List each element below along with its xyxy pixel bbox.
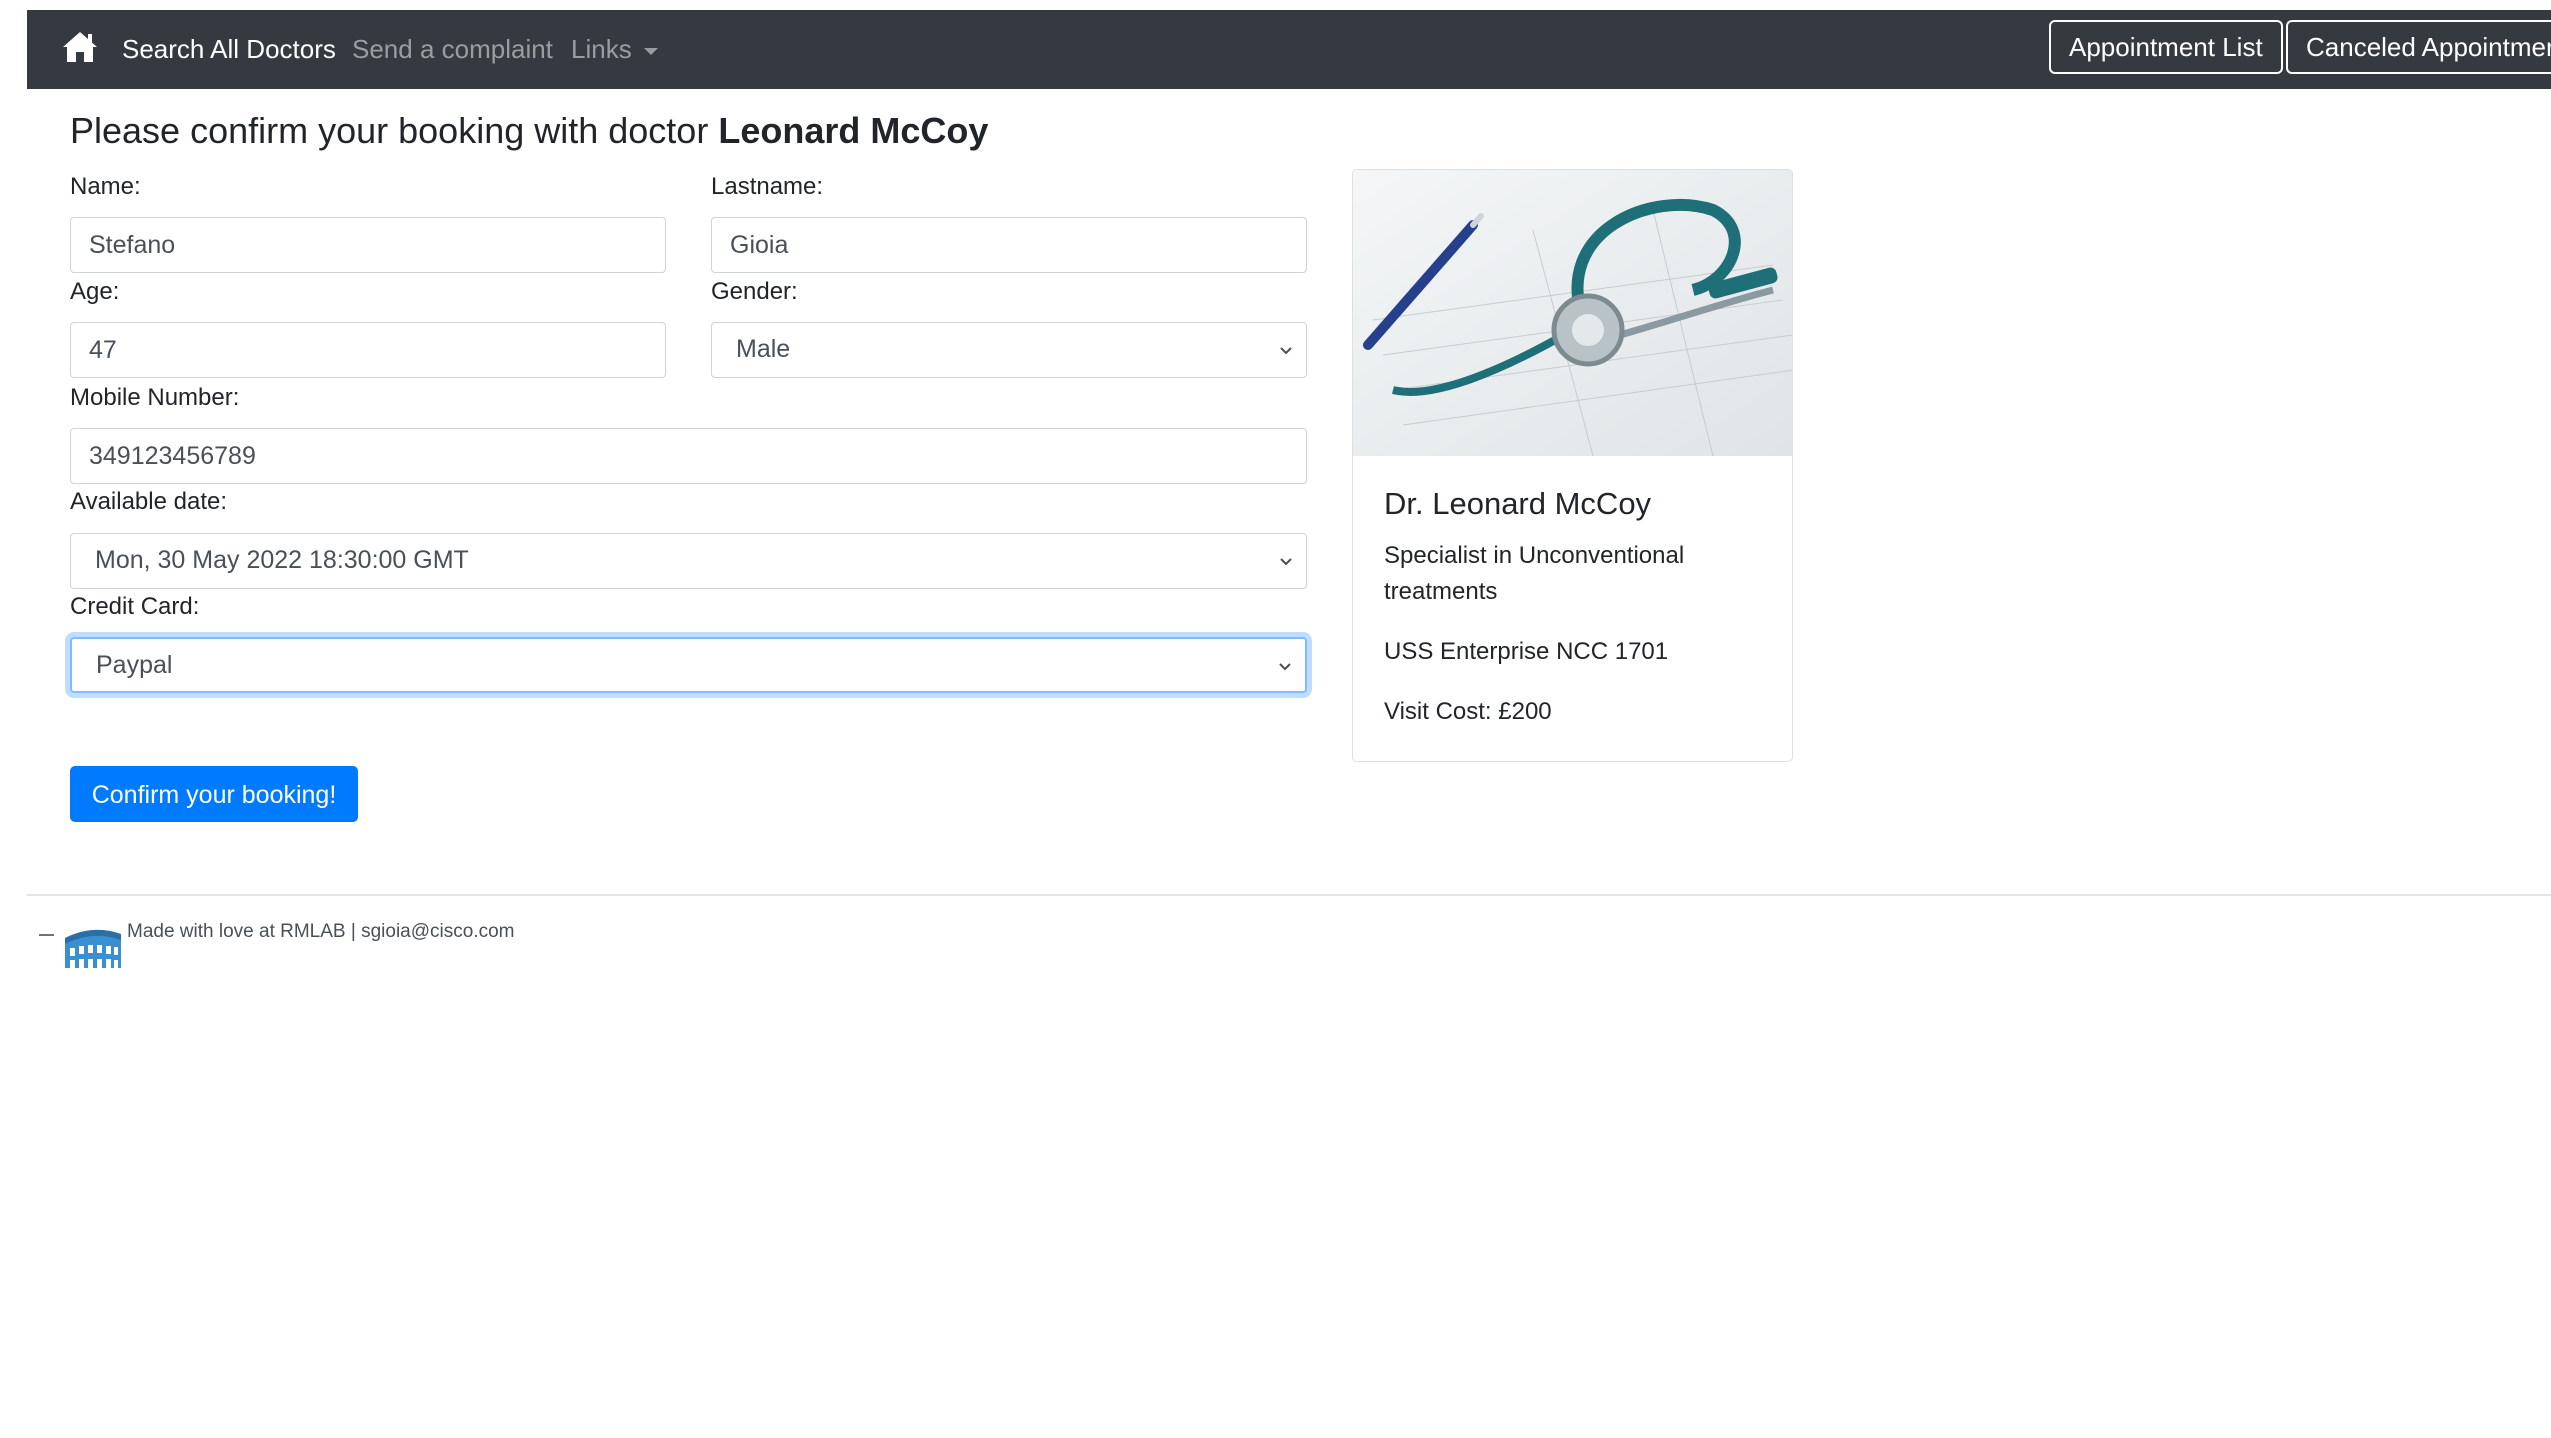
mobile-input[interactable] [70, 428, 1307, 484]
credit-card-value: Paypal [96, 651, 173, 679]
mobile-label: Mobile Number: [70, 384, 240, 411]
nav-links-label: Links [571, 34, 632, 64]
credit-card-select[interactable]: Paypal [70, 637, 1307, 693]
doctor-name: Dr. Leonard McCoy [1384, 486, 1652, 521]
age-label: Age: [70, 278, 120, 305]
stethoscope-image [1353, 170, 1792, 456]
home-icon[interactable] [61, 30, 99, 64]
lastname-label: Lastname: [711, 173, 824, 200]
footer-dash [39, 934, 54, 936]
canceled-appointments-button[interactable]: Canceled Appointmen [2286, 20, 2551, 74]
nav-send-complaint[interactable]: Send a complaint [352, 10, 553, 89]
nav-links-dropdown[interactable]: Links [571, 10, 658, 89]
lastname-input[interactable] [711, 217, 1307, 273]
doctor-card: Dr. Leonard McCoy Specialist in Unconven… [1352, 169, 1793, 762]
chevron-down-icon [1279, 663, 1291, 671]
confirm-booking-button[interactable]: Confirm your booking! [70, 766, 358, 822]
navbar: Search All Doctors Send a complaint Link… [27, 10, 2551, 89]
page-title-doctor: Leonard McCoy [718, 110, 989, 151]
appointment-list-button[interactable]: Appointment List [2049, 20, 2283, 74]
page-title-prefix: Please confirm your booking with doctor [70, 110, 709, 151]
chevron-down-icon [1280, 558, 1292, 566]
visit-cost: Visit Cost: £200 [1384, 698, 1552, 725]
doctor-location: USS Enterprise NCC 1701 [1384, 638, 1669, 665]
date-select[interactable]: Mon, 30 May 2022 18:30:00 GMT [70, 533, 1307, 589]
date-value: Mon, 30 May 2022 18:30:00 GMT [95, 546, 469, 574]
gender-value: Male [736, 335, 791, 363]
chevron-down-icon [1280, 347, 1292, 355]
date-label: Available date: [70, 488, 228, 515]
credit-card-label: Credit Card: [70, 593, 200, 620]
name-input[interactable] [70, 217, 666, 273]
footer-text: Made with love at RMLAB | sgioia@cisco.c… [127, 921, 515, 942]
name-label: Name: [70, 173, 141, 200]
colosseum-logo-icon [65, 929, 121, 968]
nav-search-all-doctors[interactable]: Search All Doctors [122, 10, 336, 89]
page-title: Please confirm your booking with doctor … [70, 110, 988, 152]
age-input[interactable] [70, 322, 666, 378]
gender-label: Gender: [711, 278, 798, 305]
doctor-specialty: Specialist in Unconventional treatments [1384, 542, 1685, 605]
gender-select[interactable]: Male [711, 322, 1307, 378]
caret-down-icon [643, 47, 658, 55]
footer-divider [27, 894, 2551, 896]
